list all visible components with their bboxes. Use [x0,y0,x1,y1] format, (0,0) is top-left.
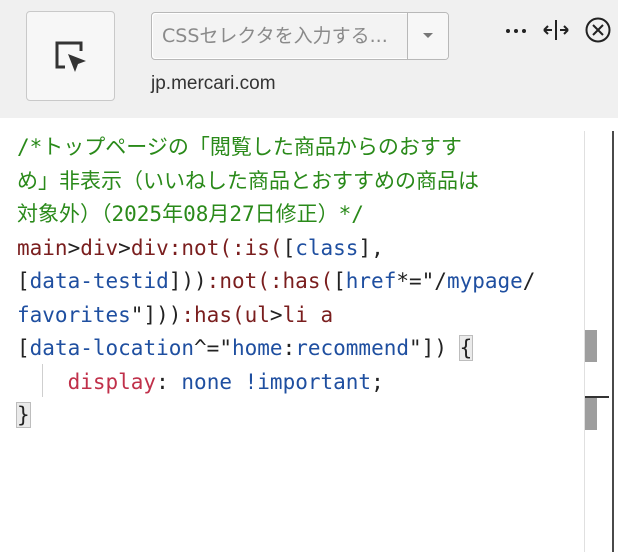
comment-line-1: /*トップページの「閲覧した商品からのおすす [17,135,462,159]
element-picker-icon [55,41,86,72]
scrollbar-edge [612,131,614,552]
token-selector: ul [244,302,270,327]
token-semicolon: ; [371,369,384,394]
comment-line-2: め」非表示（いいねした商品とおすすめの商品は [17,168,479,193]
token-attribute: href [345,269,397,293]
toolbar: jp.mercari.com [0,0,618,118]
token-selector: div [130,235,169,260]
token-combinator: > [118,235,131,260]
close-circle-icon[interactable] [584,16,612,48]
token-attribute: class [295,235,359,260]
token-selector: li [282,302,308,327]
css-editor[interactable]: /*トップページの「閲覧した商品からのおすす め」非表示（いいねした商品とおすす… [0,131,584,552]
comment-line-3: 対象外）（2025年08月27日修正）*/ [17,202,364,226]
token-pseudo: :has( [181,302,245,327]
token-selector: div [80,235,119,260]
token-bracket: ]) [421,336,447,360]
token-string: home [231,336,283,360]
token-selector: main [17,235,68,260]
css-selector-input[interactable] [153,14,407,58]
selector-dropdown-button[interactable] [407,13,448,59]
token-pseudo: :not( [206,269,270,293]
token-operator: *= [396,269,422,293]
token-string: "/ [421,269,447,293]
token-string: mypage [446,269,523,293]
scrollbar-cursor-mark [585,396,609,398]
token-string: : [282,336,296,360]
token-bracket: ])) [143,302,182,327]
hostname-label: jp.mercari.com [151,73,276,94]
scrollbar-thumb[interactable] [585,330,597,362]
token-attribute: data-location [29,336,195,360]
token-bracket: [ [17,269,30,293]
token-value: none [181,369,232,394]
indent-guide [42,364,43,397]
token-bracket: [ [17,336,30,360]
token-bracket: ])) [168,269,207,293]
token-string: recommend [295,336,410,360]
token-operator: ^= [194,336,220,360]
token-combinator: > [67,235,81,260]
token-string: favorites [17,302,131,327]
token-brace-close: } [16,402,31,428]
token-string: " [130,302,144,327]
token-bracket: [ [333,269,346,293]
token-brace-open: { [458,335,474,361]
more-dots-icon[interactable] [504,16,530,44]
token-pseudo: :is( [231,235,283,260]
token-bracket: ], [358,235,384,260]
token-property: display [67,369,157,394]
element-picker-button[interactable] [26,11,115,101]
token-bracket: [ [282,235,296,260]
chevron-down-icon [423,33,433,38]
token-combinator: > [269,302,283,327]
resize-horizontal-icon[interactable] [542,16,570,48]
token-string: " [409,336,422,360]
token-colon: : [156,369,169,394]
token-pseudo: :has( [269,269,334,293]
token-string: / [522,269,536,293]
token-string: " [219,336,232,360]
token-selector: a [307,302,334,327]
token-attribute: data-testid [29,269,169,293]
css-selector-combobox[interactable] [151,12,449,60]
scrollbar-marker [585,398,597,430]
code-text[interactable]: /*トップページの「閲覧した商品からのおすす め」非表示（いいねした商品とおすす… [16,131,536,433]
token-important: !important [244,369,372,394]
token-pseudo: :not( [168,235,232,260]
